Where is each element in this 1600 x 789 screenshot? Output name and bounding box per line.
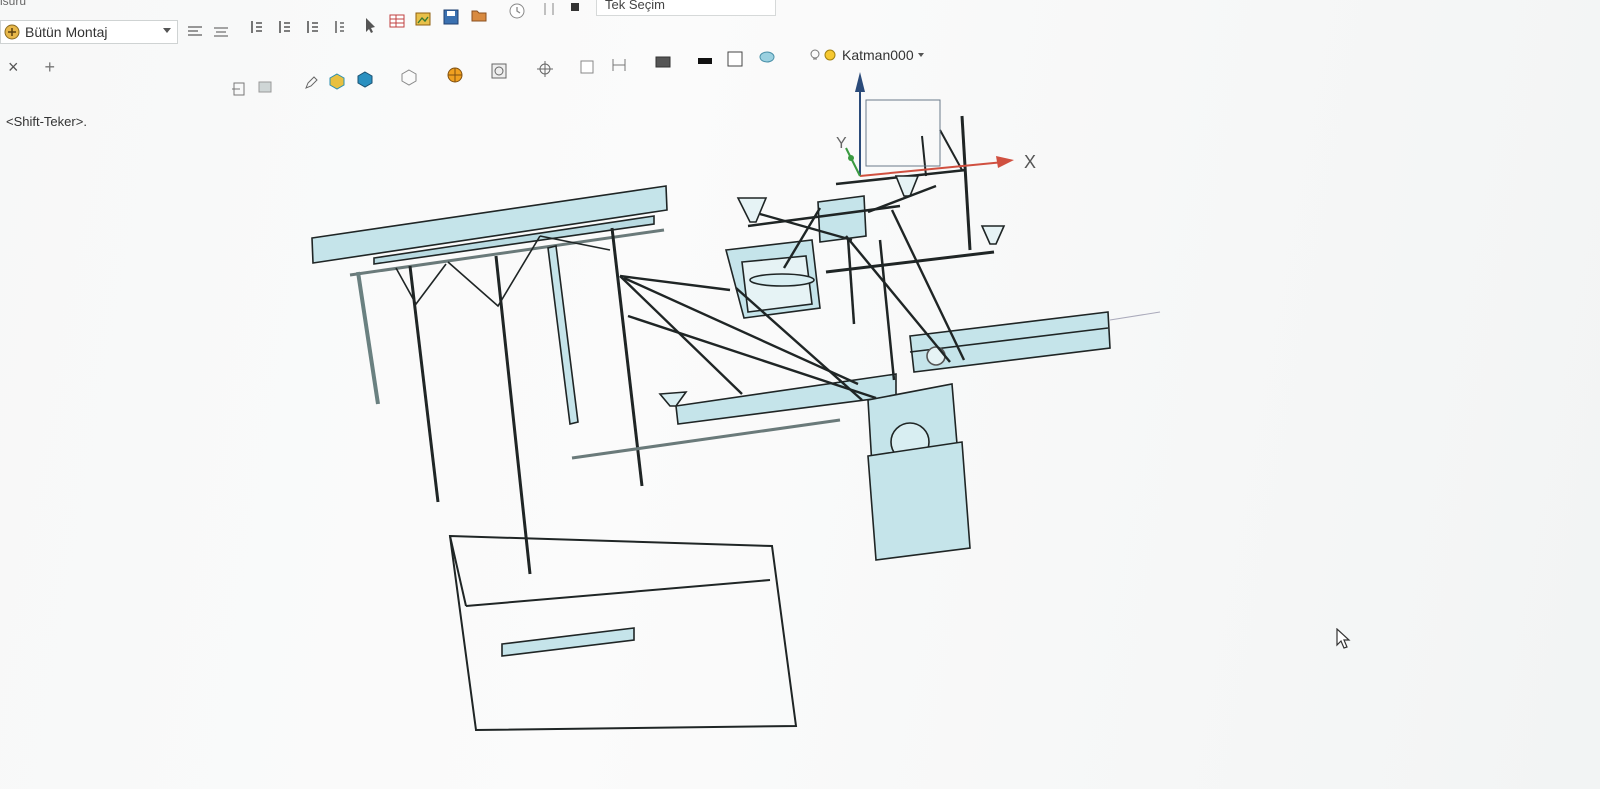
axis-x-arrow <box>996 156 1014 168</box>
post-1 <box>846 237 856 325</box>
funnel-3 <box>980 225 1006 245</box>
wheel-housing-lower <box>867 441 971 561</box>
right-beam-ball <box>926 346 946 366</box>
cad-3d-viewport[interactable]: X Y <box>0 0 1600 789</box>
box-disc <box>749 273 815 287</box>
model-assembly <box>311 115 1161 732</box>
mouse-cursor-icon <box>1336 628 1351 649</box>
funnel-1 <box>736 197 768 223</box>
small-block <box>817 195 867 243</box>
leg-1 <box>356 271 380 405</box>
post-4 <box>939 129 963 171</box>
post-3 <box>960 115 972 251</box>
leg-4 <box>547 245 579 425</box>
cad-application-window: isuru Bütün Montaj Tek Seçim Katman000 ×… <box>0 0 1600 789</box>
axis-y-label: Y <box>836 135 847 152</box>
right-beam-extension <box>1109 311 1161 321</box>
cabinet-handle <box>501 627 635 657</box>
axis-y <box>845 147 861 177</box>
brace-1 <box>395 263 447 306</box>
post-2 <box>878 239 896 381</box>
axis-origin <box>848 155 854 161</box>
bottom-rail <box>571 418 841 460</box>
leg-3 <box>494 255 532 575</box>
axis-z-arrow <box>855 72 865 92</box>
mid-funnel <box>658 391 688 407</box>
axis-box <box>865 99 941 167</box>
coordinate-axes: X Y <box>836 72 1036 177</box>
axis-x-label: X <box>1024 152 1036 172</box>
mid-beam <box>675 373 897 425</box>
